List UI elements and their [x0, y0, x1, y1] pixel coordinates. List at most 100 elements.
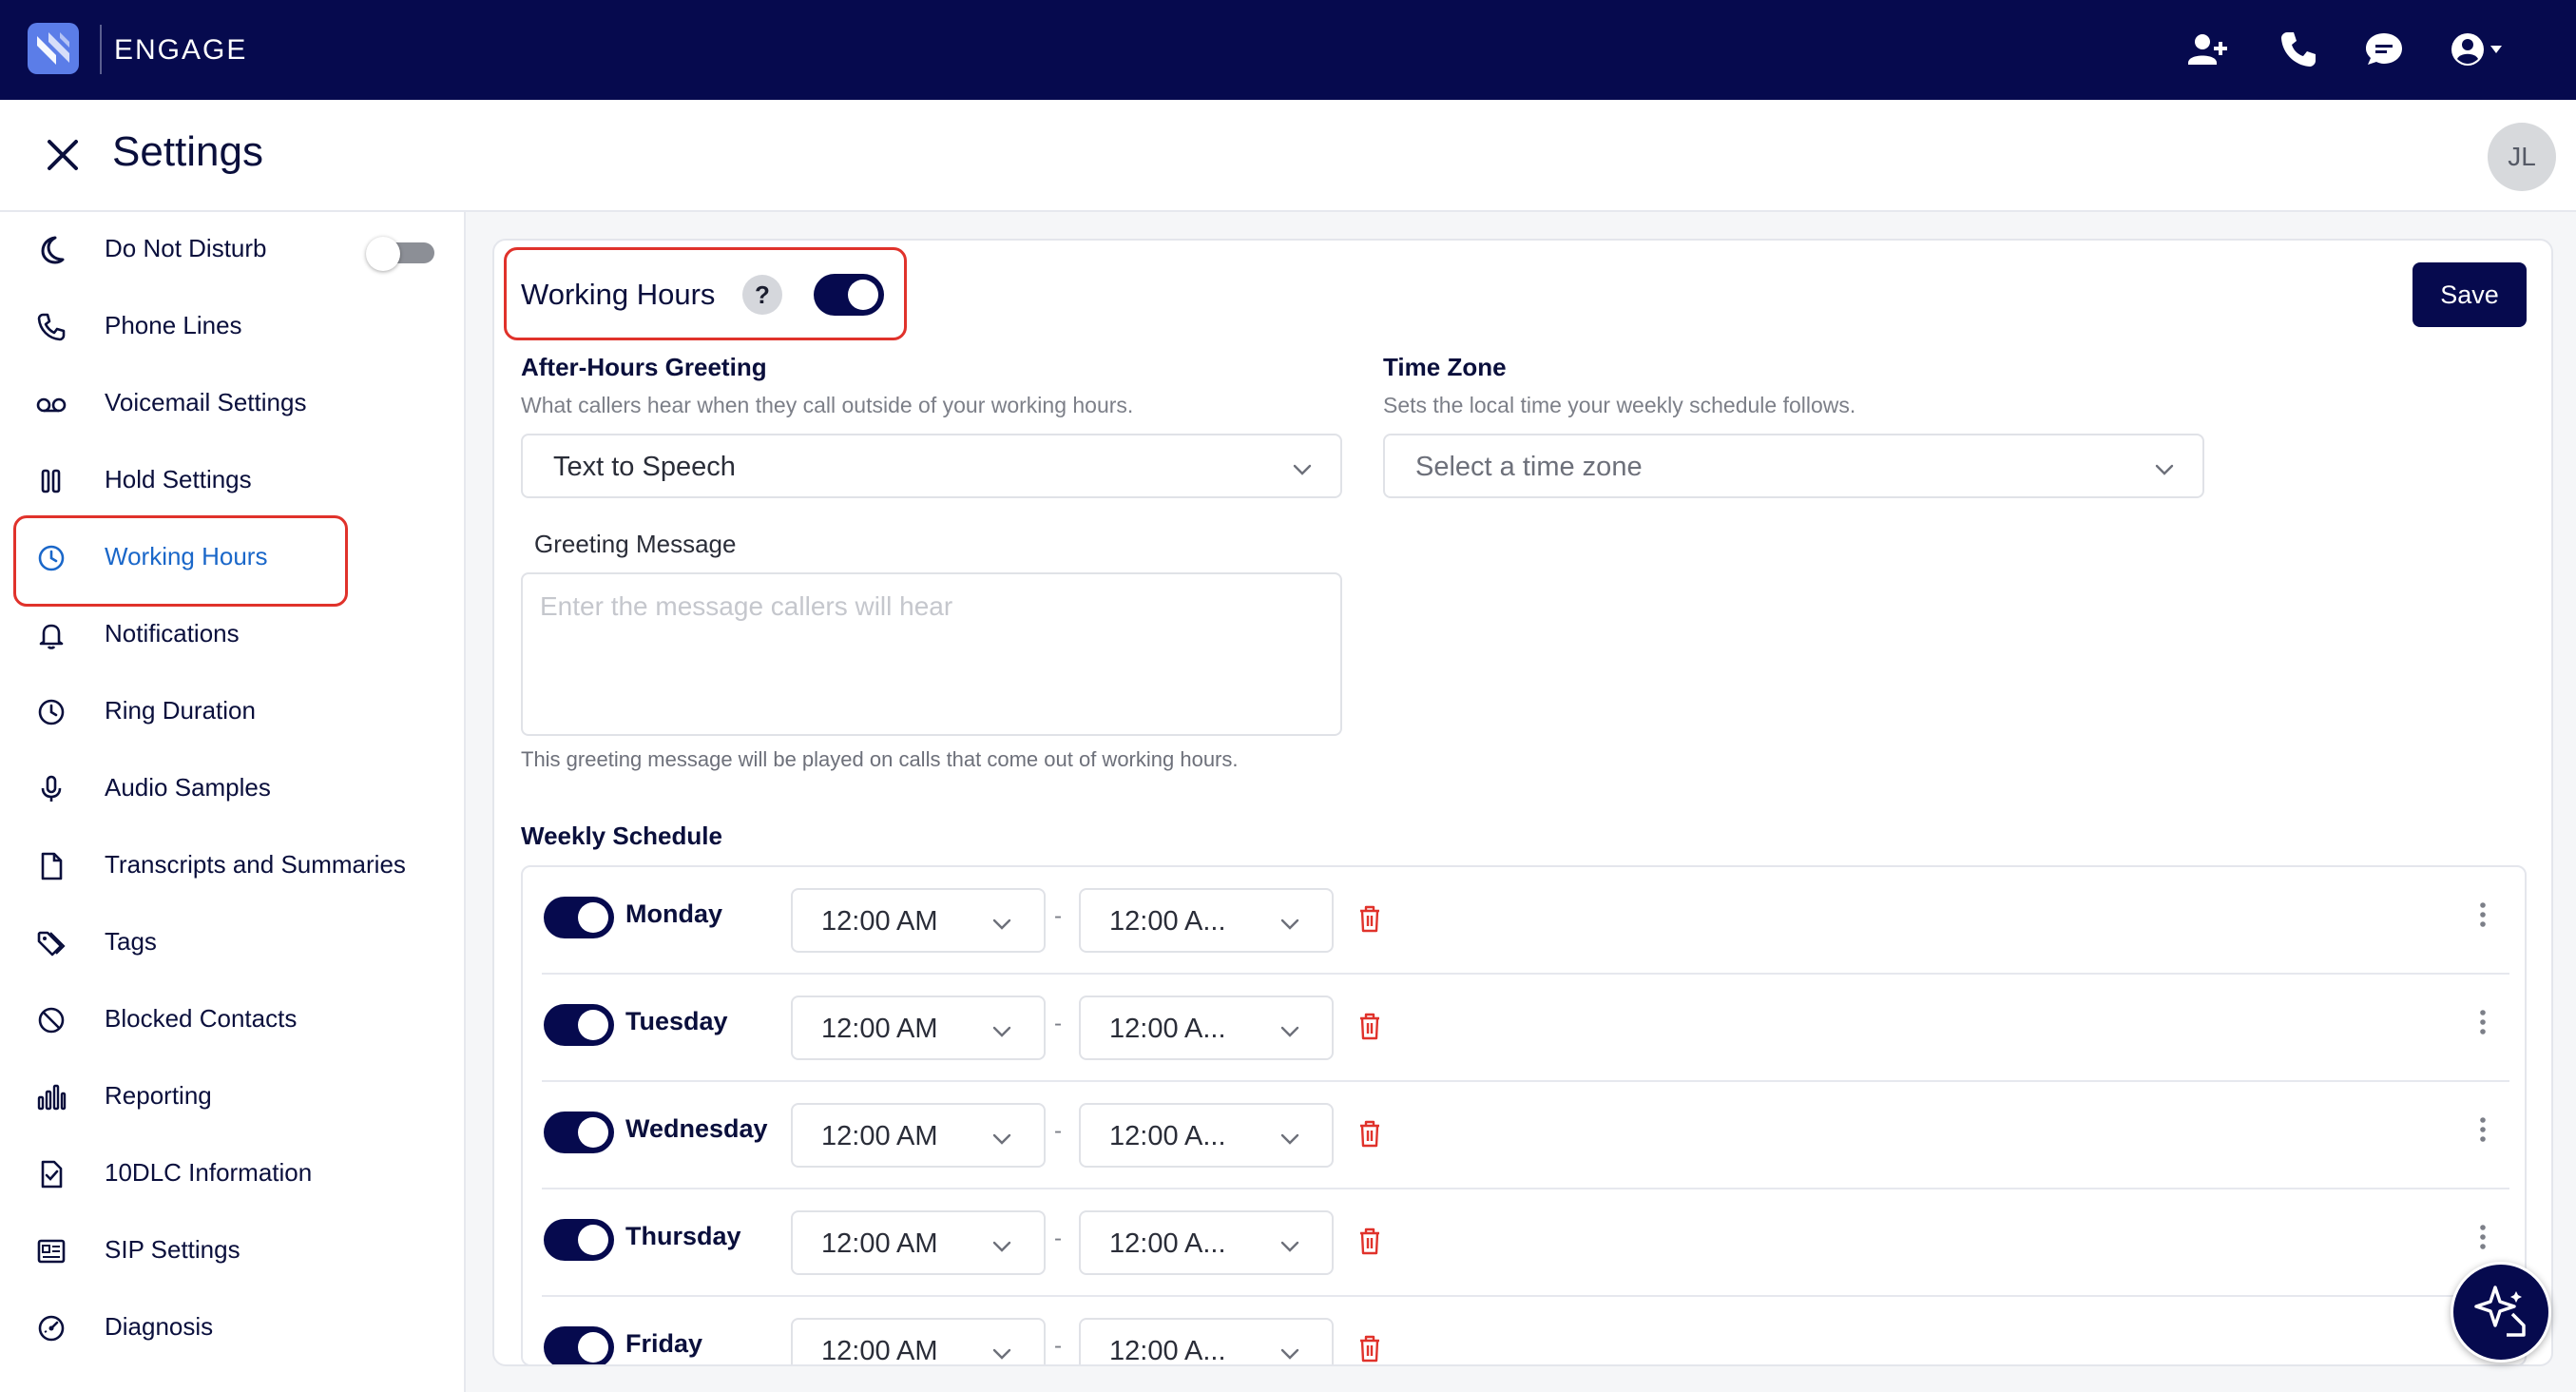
document-check-icon: [34, 1157, 68, 1191]
chat-icon[interactable]: [2361, 27, 2407, 72]
start-time-select[interactable]: 12:00 AM: [791, 1210, 1046, 1275]
sidebar-item-label: Ring Duration: [105, 696, 256, 725]
sidebar-item-label: Diagnosis: [105, 1312, 214, 1341]
voicemail-icon: [34, 387, 68, 421]
day-toggle[interactable]: [544, 897, 614, 938]
end-time-value: 12:00 A...: [1109, 1228, 1226, 1259]
clock-icon: [34, 695, 68, 729]
start-time-value: 12:00 AM: [821, 906, 938, 937]
chevron-down-icon: [1280, 1348, 1299, 1360]
greeting-message-hint: This greeting message will be played on …: [521, 747, 1239, 771]
trash-icon[interactable]: [1355, 1333, 1384, 1363]
end-time-select[interactable]: 12:00 A...: [1079, 996, 1334, 1060]
time-separator: -: [1054, 903, 1062, 929]
end-time-select[interactable]: 12:00 A...: [1079, 1210, 1334, 1275]
sidebar-item-do-not-disturb[interactable]: Do Not Disturb: [0, 212, 466, 288]
engage-logo-icon[interactable]: [28, 23, 79, 74]
time-separator: -: [1054, 1118, 1062, 1144]
day-toggle[interactable]: [544, 1326, 614, 1364]
end-time-select[interactable]: 12:00 A...: [1079, 1103, 1334, 1168]
sidebar-item-label: Transcripts and Summaries: [105, 850, 406, 879]
sidebar-item-sip-settings[interactable]: SIP Settings: [0, 1213, 466, 1289]
sidebar-item-ring-duration[interactable]: Ring Duration: [0, 674, 466, 750]
add-user-icon[interactable]: [2184, 27, 2230, 72]
end-time-select[interactable]: 12:00 A...: [1079, 888, 1334, 953]
brand-divider: [100, 25, 102, 74]
sip-icon: [34, 1234, 68, 1268]
toggle-knob: [578, 1117, 608, 1148]
sidebar-item-reporting[interactable]: Reporting: [0, 1059, 466, 1135]
trash-icon[interactable]: [1355, 1011, 1384, 1041]
page-title: Settings: [112, 128, 263, 175]
start-time-value: 12:00 AM: [821, 1336, 938, 1366]
trash-icon[interactable]: [1355, 1118, 1384, 1149]
end-time-value: 12:00 A...: [1109, 906, 1226, 937]
toggle-knob: [578, 1225, 608, 1255]
sidebar-item-10dlc-information[interactable]: 10DLC Information: [0, 1136, 466, 1212]
after-hours-greeting-label: After-Hours Greeting: [521, 353, 767, 381]
chevron-down-icon: [2155, 464, 2174, 475]
day-toggle[interactable]: [544, 1004, 614, 1046]
toggle-knob: [578, 1332, 608, 1363]
time-zone-description: Sets the local time your weekly schedule…: [1383, 393, 1856, 417]
ai-assistant-button[interactable]: [2451, 1262, 2551, 1363]
more-options-icon[interactable]: [2471, 898, 2494, 932]
sidebar-item-label: Do Not Disturb: [105, 234, 267, 262]
start-time-select[interactable]: 12:00 AM: [791, 888, 1046, 953]
tag-icon: [34, 926, 68, 960]
more-options-icon[interactable]: [2471, 1005, 2494, 1039]
end-time-select[interactable]: 12:00 A...: [1079, 1318, 1334, 1366]
weekly-schedule-label: Weekly Schedule: [521, 822, 722, 850]
day-name: Friday: [625, 1329, 703, 1358]
weekly-schedule-list: Monday 12:00 AM - 12:00 A... Tuesday 12:…: [521, 865, 2527, 1366]
end-time-value: 12:00 A...: [1109, 1336, 1226, 1366]
start-time-select[interactable]: 12:00 AM: [791, 1103, 1046, 1168]
day-name: Wednesday: [625, 1114, 768, 1143]
time-zone-select[interactable]: Select a time zone: [1383, 434, 2204, 498]
chevron-down-icon: [992, 1026, 1011, 1037]
sidebar-item-tags[interactable]: Tags: [0, 905, 466, 981]
top-navigation-bar: ENGAGE: [0, 0, 2576, 100]
more-options-icon[interactable]: [2471, 1220, 2494, 1254]
sidebar-item-label: Audio Samples: [105, 773, 271, 802]
day-name: Tuesday: [625, 1007, 728, 1035]
start-time-select[interactable]: 12:00 AM: [791, 1318, 1046, 1366]
greeting-type-select[interactable]: Text to Speech: [521, 434, 1342, 498]
settings-header: Settings JL: [0, 100, 2576, 212]
sidebar-item-hold-settings[interactable]: Hold Settings: [0, 443, 466, 519]
schedule-row-tuesday: Tuesday 12:00 AM - 12:00 A...: [523, 975, 2525, 1082]
greeting-message-textarea[interactable]: Enter the message callers will hear: [521, 572, 1342, 736]
greeting-message-placeholder: Enter the message callers will hear: [540, 591, 953, 621]
end-time-value: 12:00 A...: [1109, 1014, 1226, 1044]
trash-icon[interactable]: [1355, 903, 1384, 934]
sidebar-item-voicemail-settings[interactable]: Voicemail Settings: [0, 366, 466, 442]
chevron-down-icon: [992, 1241, 1011, 1252]
trash-icon[interactable]: [1355, 1226, 1384, 1256]
time-separator: -: [1054, 1011, 1062, 1036]
do-not-disturb-toggle[interactable]: [366, 237, 436, 271]
sidebar-item-transcripts-and-summaries[interactable]: Transcripts and Summaries: [0, 828, 466, 904]
sidebar-item-label: Blocked Contacts: [105, 1004, 298, 1033]
close-icon[interactable]: [42, 134, 84, 176]
sidebar-item-blocked-contacts[interactable]: Blocked Contacts: [0, 982, 466, 1058]
sidebar-item-notifications[interactable]: Notifications: [0, 597, 466, 673]
brand-name: ENGAGE: [114, 34, 248, 66]
sidebar-item-label: Notifications: [105, 619, 240, 648]
sidebar-item-diagnosis[interactable]: Diagnosis: [0, 1290, 466, 1366]
save-button[interactable]: Save: [2413, 262, 2527, 327]
start-time-select[interactable]: 12:00 AM: [791, 996, 1046, 1060]
chevron-down-icon: [992, 1133, 1011, 1145]
working-hours-highlight: [13, 515, 348, 607]
time-separator: -: [1054, 1226, 1062, 1251]
account-menu-icon[interactable]: [2447, 27, 2515, 72]
more-options-icon[interactable]: [2471, 1112, 2494, 1147]
sidebar-item-label: Reporting: [105, 1081, 212, 1110]
phone-icon[interactable]: [2276, 27, 2321, 72]
avatar[interactable]: JL: [2488, 123, 2556, 191]
day-toggle[interactable]: [544, 1219, 614, 1261]
phone-icon: [34, 310, 68, 344]
sidebar-item-label: Phone Lines: [105, 311, 242, 339]
sidebar-item-phone-lines[interactable]: Phone Lines: [0, 289, 466, 365]
day-toggle[interactable]: [544, 1112, 614, 1153]
sidebar-item-audio-samples[interactable]: Audio Samples: [0, 751, 466, 827]
